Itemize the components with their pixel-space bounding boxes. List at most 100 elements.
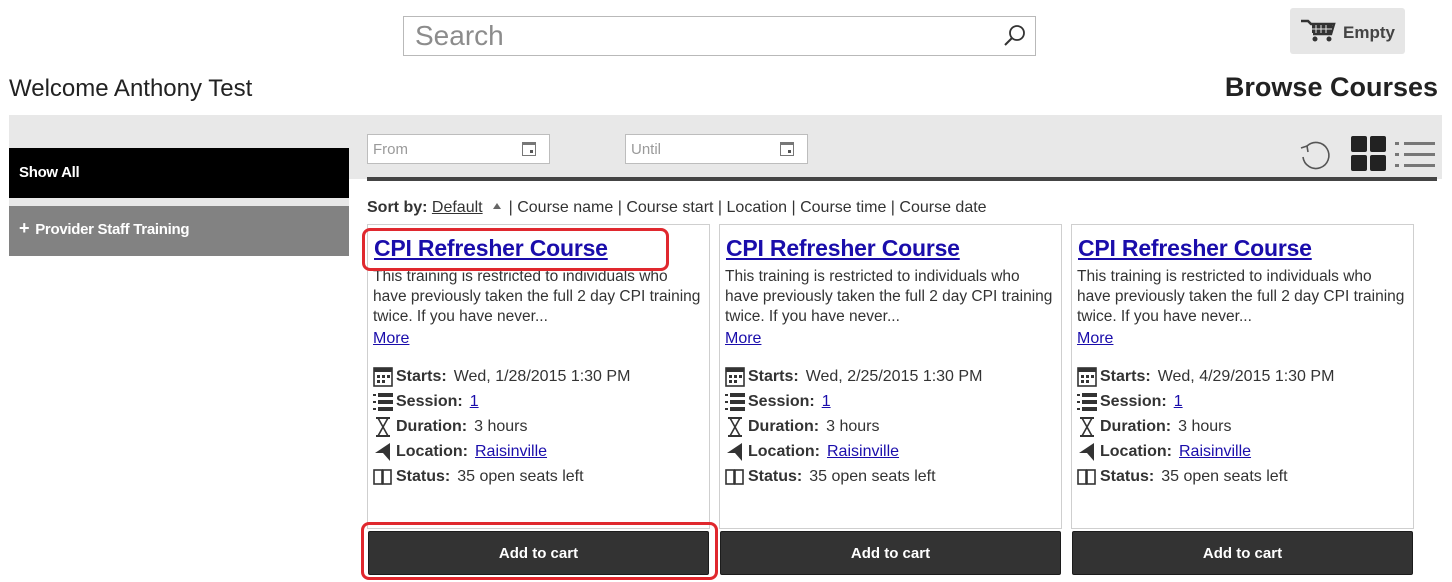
course-starts: Starts: Wed, 4/29/2015 1:30 PM [1077, 367, 1334, 387]
from-date-field [367, 134, 550, 164]
until-date-field [625, 134, 808, 164]
course-session: Session: 1 [1077, 392, 1183, 412]
numbered-list-icon [1077, 392, 1097, 412]
list-view-icon[interactable] [1395, 140, 1435, 175]
sidebar-item-label: Provider Staff Training [35, 221, 190, 238]
course-location: Location: Raisinville [373, 442, 547, 462]
course-duration: Duration: 3 hours [1077, 417, 1231, 437]
course-starts: Starts: Wed, 1/28/2015 1:30 PM [373, 367, 630, 387]
session-link[interactable]: 1 [822, 393, 831, 411]
sort-option-location[interactable]: Location [727, 199, 788, 216]
calendar-icon[interactable] [780, 142, 794, 156]
from-date-input[interactable] [368, 135, 513, 163]
status-label: Status: [1100, 468, 1155, 485]
sort-separator: | [791, 199, 796, 216]
grid-view-icon[interactable] [1351, 136, 1387, 177]
search-box [403, 16, 1036, 56]
sort-separator: | [717, 199, 723, 216]
starts-value: Wed, 1/28/2015 1:30 PM [453, 368, 631, 385]
location-arrow-icon [725, 442, 745, 462]
refresh-icon[interactable] [1298, 137, 1334, 178]
session-label: Session: [748, 393, 815, 410]
sidebar-item-show-all[interactable]: Show All [9, 148, 349, 198]
course-title-link[interactable]: CPI Refresher Course [374, 235, 608, 262]
sort-option-default[interactable]: Default [432, 199, 483, 216]
location-arrow-icon [1077, 442, 1097, 462]
calendar-icon[interactable] [522, 142, 536, 156]
location-link[interactable]: Raisinville [827, 443, 899, 461]
course-status: Status: 35 open seats left [725, 467, 936, 487]
session-label: Session: [1100, 393, 1167, 410]
duration-value: 3 hours [826, 418, 880, 435]
starts-value: Wed, 4/29/2015 1:30 PM [1157, 368, 1335, 385]
course-duration: Duration: 3 hours [373, 417, 527, 437]
course-card: CPI Refresher Course This training is re… [367, 224, 710, 529]
calendar-icon [1077, 367, 1097, 387]
hourglass-icon [725, 417, 745, 437]
status-label: Status: [748, 468, 803, 485]
status-value: 35 open seats left [457, 468, 584, 485]
course-session: Session: 1 [373, 392, 479, 412]
book-icon [725, 467, 745, 487]
sort-option-course-name[interactable]: Course name [517, 199, 613, 216]
sort-separator: | [508, 199, 513, 216]
duration-label: Duration: [396, 418, 468, 435]
course-duration: Duration: 3 hours [725, 417, 879, 437]
search-input[interactable] [404, 17, 994, 55]
course-description: This training is restricted to individua… [725, 268, 1053, 325]
location-label: Location: [1100, 443, 1172, 460]
course-title-link[interactable]: CPI Refresher Course [726, 235, 960, 262]
location-arrow-icon [373, 442, 393, 462]
status-value: 35 open seats left [809, 468, 936, 485]
course-card: CPI Refresher Course This training is re… [719, 224, 1062, 529]
course-session: Session: 1 [725, 392, 831, 412]
hourglass-icon [373, 417, 393, 437]
expand-icon: + [19, 218, 30, 238]
session-label: Session: [396, 393, 463, 410]
divider [367, 177, 1437, 181]
sort-option-course-time[interactable]: Course time [800, 199, 886, 216]
location-label: Location: [396, 443, 468, 460]
add-to-cart-button[interactable]: Add to cart [368, 531, 709, 575]
location-link[interactable]: Raisinville [475, 443, 547, 461]
duration-value: 3 hours [474, 418, 528, 435]
calendar-icon [373, 367, 393, 387]
duration-label: Duration: [1100, 418, 1172, 435]
sort-ascending-icon[interactable] [492, 203, 501, 210]
sort-option-course-start[interactable]: Course start [626, 199, 713, 216]
add-to-cart-button[interactable]: Add to cart [720, 531, 1061, 575]
course-description: This training is restricted to individua… [1077, 268, 1405, 325]
hourglass-icon [1077, 417, 1097, 437]
course-title-link[interactable]: CPI Refresher Course [1078, 235, 1312, 262]
more-link[interactable]: More [725, 330, 761, 348]
course-starts: Starts: Wed, 2/25/2015 1:30 PM [725, 367, 982, 387]
calendar-icon [725, 367, 745, 387]
add-to-cart-button[interactable]: Add to cart [1072, 531, 1413, 575]
session-link[interactable]: 1 [470, 393, 479, 411]
sort-option-course-date[interactable]: Course date [899, 199, 986, 216]
search-icon[interactable] [1001, 22, 1029, 50]
course-location: Location: Raisinville [1077, 442, 1251, 462]
cart-button[interactable]: Empty [1290, 8, 1405, 54]
session-link[interactable]: 1 [1174, 393, 1183, 411]
sidebar-item-label: Show All [19, 164, 80, 181]
more-link[interactable]: More [373, 330, 409, 348]
numbered-list-icon [373, 392, 393, 412]
status-value: 35 open seats left [1161, 468, 1288, 485]
location-link[interactable]: Raisinville [1179, 443, 1251, 461]
cart-icon [1300, 19, 1338, 48]
course-status: Status: 35 open seats left [373, 467, 584, 487]
until-date-input[interactable] [626, 135, 771, 163]
starts-label: Starts: [396, 368, 447, 385]
page-title: Browse Courses [1224, 72, 1438, 102]
sidebar-item-provider-staff-training[interactable]: + Provider Staff Training [9, 206, 349, 256]
course-status: Status: 35 open seats left [1077, 467, 1288, 487]
sort-bar: Sort by: Default | Course name | Course s… [367, 199, 987, 217]
book-icon [373, 467, 393, 487]
sort-label: Sort by: [367, 199, 428, 216]
duration-value: 3 hours [1178, 418, 1232, 435]
more-link[interactable]: More [1077, 330, 1113, 348]
cart-status-label: Empty [1343, 23, 1395, 42]
starts-label: Starts: [1100, 368, 1151, 385]
course-description: This training is restricted to individua… [373, 268, 701, 325]
